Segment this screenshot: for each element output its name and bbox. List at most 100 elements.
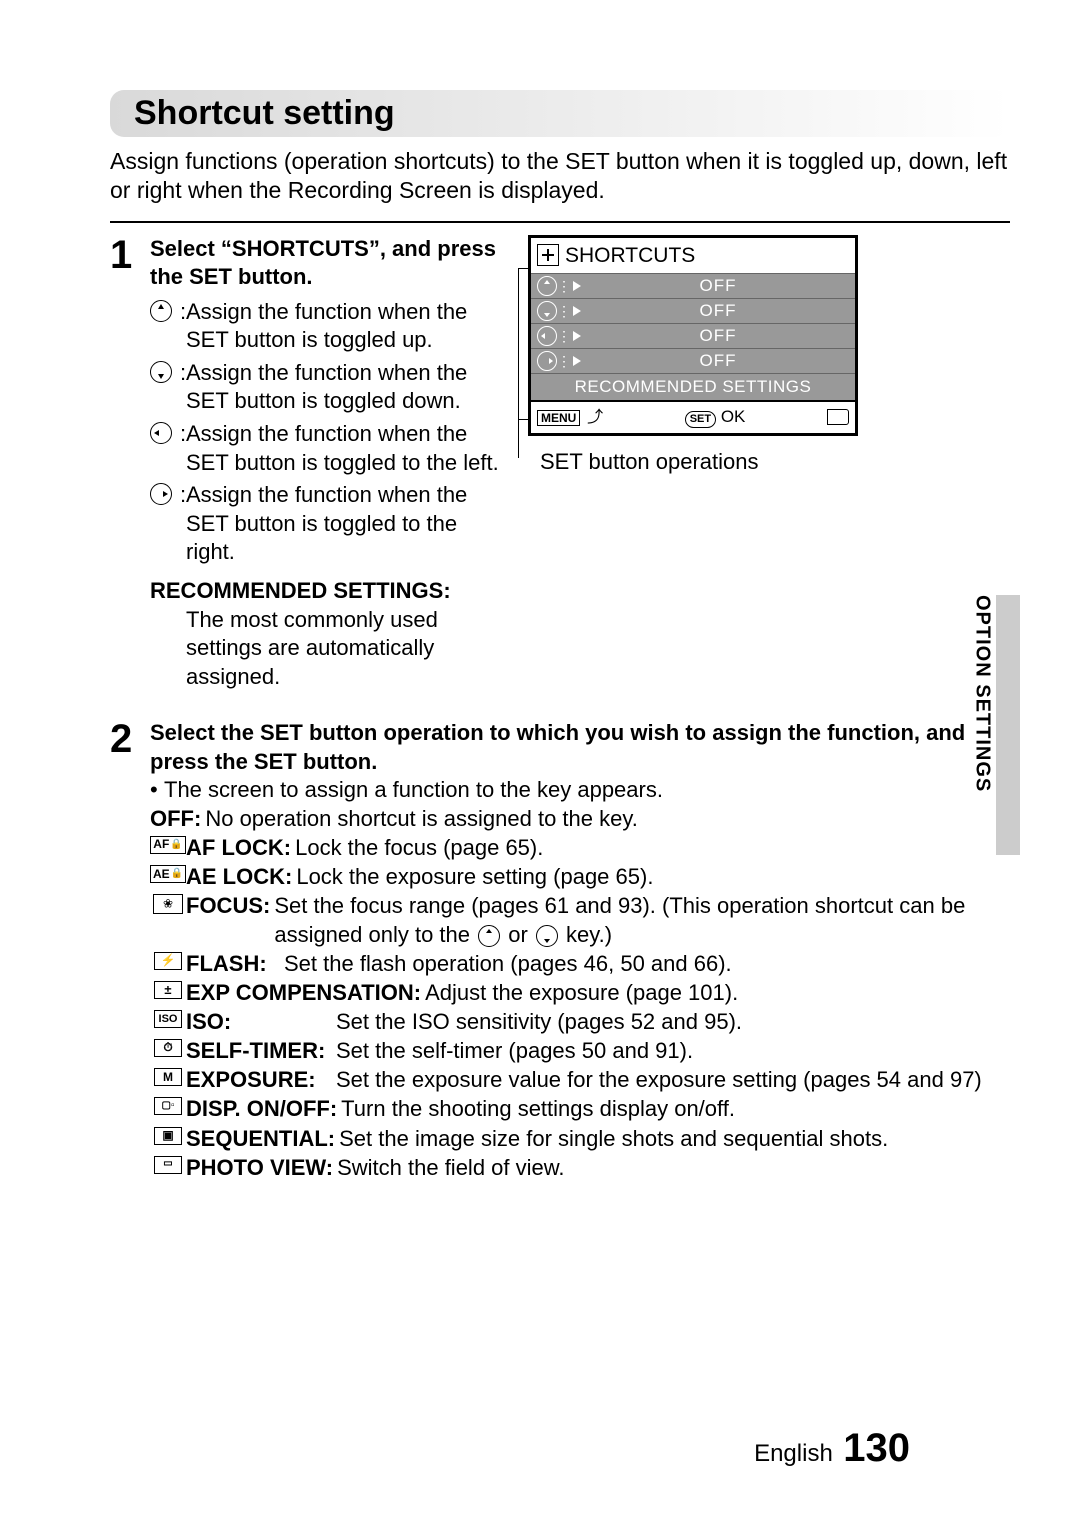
recommended-settings-text: The most commonly used settings are auto… xyxy=(150,606,510,692)
step2-title: Select the SET button operation to which… xyxy=(150,719,1010,775)
footer-page-number: 130 xyxy=(843,1426,910,1470)
intro-paragraph: Assign functions (operation shortcuts) t… xyxy=(110,147,1010,205)
play-icon xyxy=(573,356,581,366)
option-text: Set the image size for single shots and … xyxy=(335,1125,1010,1153)
step1-title: Select “SHORTCUTS”, and press the SET bu… xyxy=(150,235,510,292)
option-text: Turn the shooting settings display on/of… xyxy=(337,1095,1010,1123)
step-number-2: 2 xyxy=(110,719,150,1183)
exposure-icon xyxy=(154,1068,182,1086)
step2-note: The screen to assign a function to the k… xyxy=(150,776,1010,804)
screen-dir-right-icon xyxy=(537,351,557,371)
screen-dir-down-icon xyxy=(537,301,557,321)
screen-off-value: OFF xyxy=(587,300,849,322)
screen-dir-up-icon xyxy=(537,276,557,296)
inline-up-icon xyxy=(478,925,500,947)
footer-language: English xyxy=(754,1440,833,1467)
photo-view-icon: ▭ xyxy=(154,1156,182,1174)
off-text: No operation shortcut is assigned to the… xyxy=(205,805,638,833)
option-label: EXP COMPENSATION: xyxy=(186,979,421,1007)
callout-bracket xyxy=(518,268,531,420)
option-af-lock: AF AF LOCK: Lock the focus (page 65). xyxy=(150,834,1010,862)
direction-right-icon xyxy=(150,483,172,505)
direction-down-text: Assign the function when the SET button … xyxy=(186,360,467,414)
recommended-settings-label: RECOMMENDED SETTINGS: xyxy=(150,577,510,606)
screen-row-up: ⋮ OFF xyxy=(531,273,855,298)
option-exp-comp: EXP COMPENSATION: Adjust the exposure (p… xyxy=(150,979,1010,1007)
option-text: Switch the field of view. xyxy=(333,1154,1010,1182)
disp-onoff-icon: ▢▫ xyxy=(154,1097,182,1115)
option-text: Lock the focus (page 65). xyxy=(291,834,1010,862)
page: Shortcut setting Assign functions (opera… xyxy=(0,0,1080,1521)
option-text: Lock the exposure setting (page 65). xyxy=(292,863,1010,891)
option-label: AF LOCK: xyxy=(186,834,291,862)
section-title: Shortcut setting xyxy=(134,94,986,133)
focus-icon xyxy=(153,894,183,914)
side-tab: OPTION SETTINGS xyxy=(970,595,1020,855)
lcd-screen-mock: SHORTCUTS ⋮ OFF ⋮ xyxy=(528,235,858,436)
side-tab-label: OPTION SETTINGS xyxy=(970,595,994,855)
set-badge-icon: SET xyxy=(685,411,716,427)
menu-button-icon: MENU xyxy=(537,410,580,426)
option-label: AE LOCK: xyxy=(186,863,292,891)
iso-icon: ISO xyxy=(154,1010,182,1028)
option-photo-view: ▭ PHOTO VIEW: Switch the field of view. xyxy=(150,1154,1010,1182)
option-ae-lock: AE AE LOCK: Lock the exposure setting (p… xyxy=(150,863,1010,891)
option-text: Set the ISO sensitivity (pages 52 and 95… xyxy=(336,1008,1010,1036)
screen-off-value: OFF xyxy=(587,325,849,347)
play-icon xyxy=(573,306,581,316)
tab-icon xyxy=(827,409,849,425)
option-self-timer: SELF-TIMER: Set the self-timer (pages 50… xyxy=(150,1037,1010,1065)
screen-callout-label: SET button operations xyxy=(528,448,858,477)
direction-down-icon xyxy=(150,361,172,383)
option-focus: FOCUS: Set the focus range (pages 61 and… xyxy=(150,892,1010,948)
option-label: SELF-TIMER: xyxy=(186,1037,336,1065)
option-iso: ISO ISO: Set the ISO sensitivity (pages … xyxy=(150,1008,1010,1036)
option-text: Adjust the exposure (page 101). xyxy=(421,979,1010,1007)
screen-off-value: OFF xyxy=(587,350,849,372)
section-title-bar: Shortcut setting xyxy=(110,90,1010,137)
direction-right-text: Assign the function when the SET button … xyxy=(186,482,467,564)
option-text: Set the self-timer (pages 50 and 91). xyxy=(336,1037,1010,1065)
screen-header-text: SHORTCUTS xyxy=(565,242,695,269)
screen-dir-left-icon xyxy=(537,326,557,346)
sequential-icon xyxy=(154,1127,182,1145)
inline-down-icon xyxy=(536,925,558,947)
option-label: DISP. ON/OFF: xyxy=(186,1095,337,1123)
play-icon xyxy=(573,331,581,341)
option-flash: FLASH: Set the flash operation (pages 46… xyxy=(150,950,1010,978)
screen-ok-label: OK xyxy=(721,407,746,426)
option-label: SEQUENTIAL: xyxy=(186,1125,335,1153)
exp-comp-icon xyxy=(154,981,182,999)
play-icon xyxy=(573,281,581,291)
option-label: EXPOSURE: xyxy=(186,1066,336,1094)
option-label: FOCUS: xyxy=(186,892,270,920)
separator-line xyxy=(110,221,1010,223)
option-label: FLASH: xyxy=(186,950,280,978)
screen-row-left: ⋮ OFF xyxy=(531,323,855,348)
direction-up-text: Assign the function when the SET button … xyxy=(186,299,467,353)
option-exposure: EXPOSURE: Set the exposure value for the… xyxy=(150,1066,1010,1094)
return-arrow-icon: ⤴ xyxy=(587,408,603,429)
screen-row-down: ⋮ OFF xyxy=(531,298,855,323)
page-footer: English 130 xyxy=(754,1426,910,1471)
direction-left-text: Assign the function when the SET button … xyxy=(186,421,499,475)
option-disp-onoff: ▢▫ DISP. ON/OFF: Turn the shooting setti… xyxy=(150,1095,1010,1123)
ae-lock-icon: AE xyxy=(150,865,186,883)
option-label: PHOTO VIEW: xyxy=(186,1154,333,1182)
self-timer-icon xyxy=(154,1039,182,1057)
off-label: OFF: xyxy=(150,805,205,833)
screen-row-right: ⋮ OFF xyxy=(531,348,855,373)
option-label: ISO: xyxy=(186,1008,336,1036)
direction-left-icon xyxy=(150,422,172,444)
af-lock-icon: AF xyxy=(150,836,186,854)
option-text: Set the exposure value for the exposure … xyxy=(336,1066,1010,1094)
option-sequential: SEQUENTIAL: Set the image size for singl… xyxy=(150,1125,1010,1153)
option-text: Set the focus range (pages 61 and 93). (… xyxy=(270,892,1010,948)
screen-recommended-row: RECOMMENDED SETTINGS xyxy=(531,373,855,400)
direction-up-icon xyxy=(150,300,172,322)
flash-icon xyxy=(154,952,182,970)
step-number-1: 1 xyxy=(110,235,150,692)
shortcuts-menu-icon xyxy=(537,244,559,266)
screen-off-value: OFF xyxy=(587,275,849,297)
option-text: Set the flash operation (pages 46, 50 an… xyxy=(280,950,1010,978)
